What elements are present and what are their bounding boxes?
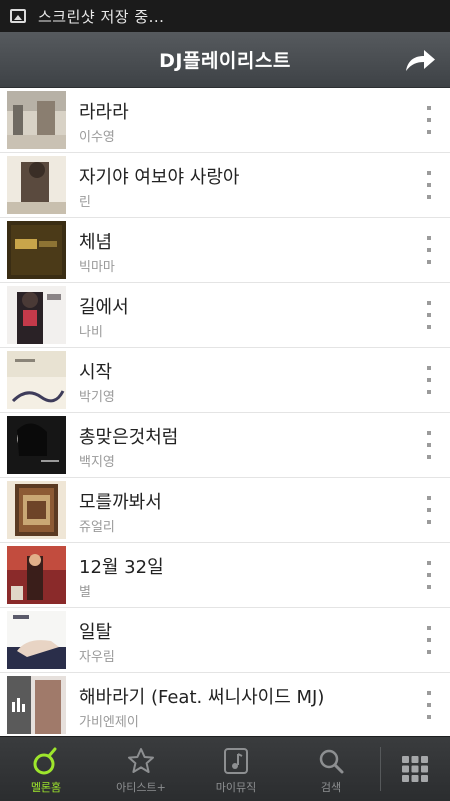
- song-row[interactable]: 총맞은것처럼 백지영: [0, 413, 450, 478]
- playlist: 라라라 이수영 자기야 여보야 사랑아 린 체념 빅마마 길에서 나비 시작 박…: [0, 88, 450, 736]
- song-artist: 나비: [79, 325, 103, 340]
- tab-artist-plus[interactable]: 아티스트+: [95, 737, 187, 801]
- album-art: [7, 286, 66, 344]
- song-row[interactable]: 체념 빅마마: [0, 218, 450, 283]
- song-row[interactable]: 해바라기 (Feat. 써니사이드 MJ) 가비엔제이: [0, 673, 450, 736]
- music-note-icon: [221, 746, 251, 776]
- tab-label: 검색: [320, 781, 342, 794]
- song-row[interactable]: 모를까봐서 쥬얼리: [0, 478, 450, 543]
- album-art: [7, 351, 66, 409]
- song-title: 길에서: [79, 297, 129, 318]
- more-options-button[interactable]: [422, 431, 436, 459]
- song-title: 12월 32일: [79, 557, 164, 578]
- album-art: [7, 416, 66, 474]
- song-row[interactable]: 시작 박기영: [0, 348, 450, 413]
- album-art: [7, 611, 66, 669]
- song-artist: 자우림: [79, 650, 115, 665]
- song-artist: 박기영: [79, 390, 115, 405]
- more-options-button[interactable]: [422, 236, 436, 264]
- melon-home-icon: [31, 746, 61, 776]
- more-options-button[interactable]: [422, 496, 436, 524]
- search-icon: [316, 746, 346, 776]
- more-options-button[interactable]: [422, 301, 436, 329]
- screenshot-icon: [10, 9, 26, 23]
- menu-grid-button[interactable]: [396, 753, 434, 785]
- bottom-tab-bar: 멜론홈 아티스트+ 마이뮤직 검색: [0, 736, 450, 801]
- more-options-button[interactable]: [422, 626, 436, 654]
- tab-search[interactable]: 검색: [285, 737, 377, 801]
- tab-melon-home[interactable]: 멜론홈: [0, 737, 92, 801]
- song-artist: 이수영: [79, 130, 115, 145]
- song-title: 체념: [79, 232, 113, 253]
- song-title: 라라라: [79, 102, 129, 123]
- album-art: [7, 221, 66, 279]
- song-title: 해바라기 (Feat. 써니사이드 MJ): [79, 687, 325, 708]
- song-artist: 별: [79, 585, 91, 600]
- tab-label: 아티스트+: [116, 781, 166, 794]
- song-artist: 빅마마: [79, 260, 115, 275]
- song-title: 모를까봐서: [79, 492, 162, 513]
- song-artist: 린: [79, 195, 91, 210]
- share-button[interactable]: [400, 40, 440, 80]
- album-art: [7, 156, 66, 214]
- more-options-button[interactable]: [422, 106, 436, 134]
- album-art: [7, 91, 66, 149]
- album-art: [7, 676, 66, 734]
- star-icon: [126, 746, 156, 776]
- song-title: 총맞은것처럼: [79, 427, 179, 448]
- song-row[interactable]: 자기야 여보야 사랑아 린: [0, 153, 450, 218]
- song-artist: 가비엔제이: [79, 715, 139, 730]
- header-bar: DJ플레이리스트: [0, 32, 450, 88]
- page-title: DJ플레이리스트: [159, 50, 291, 72]
- song-artist: 백지영: [79, 455, 115, 470]
- grid-icon: [402, 756, 428, 782]
- song-title: 일탈: [79, 622, 113, 643]
- tab-label: 멜론홈: [30, 781, 62, 794]
- song-artist: 쥬얼리: [79, 520, 115, 535]
- more-options-button[interactable]: [422, 171, 436, 199]
- status-text: 스크린샷 저장 중...: [38, 7, 165, 26]
- share-arrow-icon: [406, 50, 435, 71]
- more-options-button[interactable]: [422, 561, 436, 589]
- song-row[interactable]: 12월 32일 별: [0, 543, 450, 608]
- tab-my-music[interactable]: 마이뮤직: [190, 737, 282, 801]
- more-options-button[interactable]: [422, 691, 436, 719]
- song-row[interactable]: 일탈 자우림: [0, 608, 450, 673]
- song-title: 자기야 여보야 사랑아: [79, 167, 240, 188]
- song-row[interactable]: 길에서 나비: [0, 283, 450, 348]
- tab-label: 마이뮤직: [215, 781, 257, 794]
- tab-divider: [380, 747, 381, 791]
- song-title: 시작: [79, 362, 113, 383]
- song-row[interactable]: 라라라 이수영: [0, 88, 450, 153]
- album-art: [7, 546, 66, 604]
- album-art: [7, 481, 66, 539]
- more-options-button[interactable]: [422, 366, 436, 394]
- status-bar: 스크린샷 저장 중...: [0, 0, 450, 32]
